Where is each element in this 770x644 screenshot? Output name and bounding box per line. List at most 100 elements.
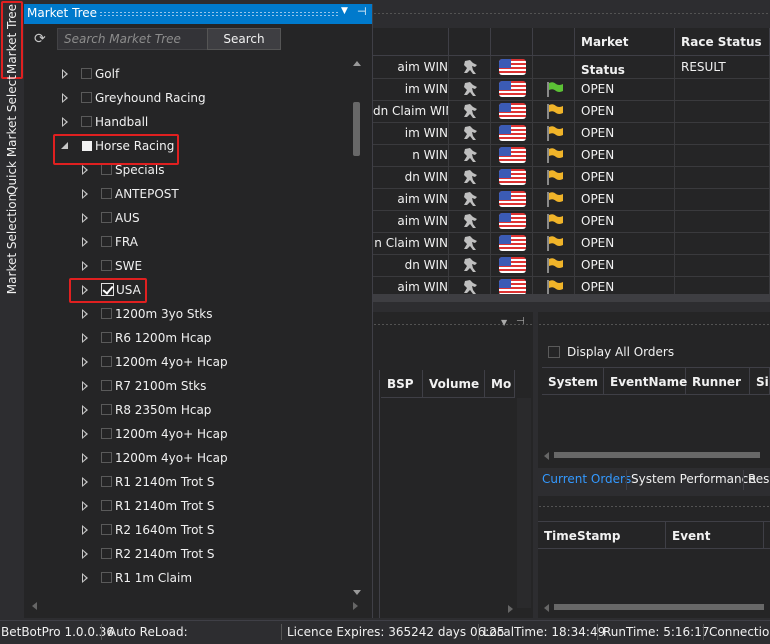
expand-arrow-icon[interactable] bbox=[80, 326, 90, 350]
tab-current-orders[interactable]: Current Orders bbox=[542, 472, 631, 486]
table-row[interactable]: dn WIN OPEN bbox=[373, 166, 770, 189]
tree-node-checkbox[interactable] bbox=[101, 380, 112, 391]
expand-arrow-icon[interactable] bbox=[60, 86, 70, 110]
expand-arrow-icon[interactable] bbox=[80, 422, 90, 446]
search-input[interactable] bbox=[57, 28, 219, 50]
orders-col-runner[interactable]: Runner bbox=[686, 367, 750, 395]
table-row[interactable]: im WIN OPEN bbox=[373, 78, 770, 101]
tree-node-checkbox[interactable] bbox=[81, 68, 92, 79]
tree-node-checkbox[interactable] bbox=[101, 500, 112, 511]
orders-horizontal-scrollbar[interactable] bbox=[542, 450, 770, 460]
expand-arrow-icon[interactable] bbox=[80, 350, 90, 374]
tree-node-checkbox[interactable] bbox=[101, 452, 112, 463]
table-row[interactable]: im WIN OPEN bbox=[373, 122, 770, 145]
tree-node[interactable]: R7 2100m Stks bbox=[24, 374, 344, 398]
tree-node[interactable]: SWE bbox=[24, 254, 344, 278]
scroll-left-icon[interactable] bbox=[544, 604, 549, 612]
tree-node[interactable]: R2 1640m Trot S bbox=[24, 518, 344, 542]
tree-node[interactable]: R6 1200m Hcap bbox=[24, 326, 344, 350]
tree-node[interactable]: 1200m 4yo+ Hcap bbox=[24, 350, 344, 374]
tree-node-checkbox[interactable] bbox=[101, 212, 112, 223]
refresh-icon[interactable]: ⟳ bbox=[34, 31, 46, 47]
tree-node-checkbox[interactable] bbox=[101, 332, 112, 343]
grid-col-market-status[interactable]: Market Status bbox=[575, 28, 675, 77]
tree-node[interactable]: Golf bbox=[24, 62, 344, 86]
scroll-thumb[interactable] bbox=[554, 452, 760, 458]
tree-node-checkbox[interactable] bbox=[101, 188, 112, 199]
pin-icon[interactable]: ⊣ bbox=[357, 5, 367, 18]
table-row[interactable]: n Claim WIN OPEN bbox=[373, 232, 770, 255]
expand-arrow-icon[interactable] bbox=[80, 518, 90, 542]
tree-node-checkbox[interactable] bbox=[81, 116, 92, 127]
expand-arrow-icon[interactable] bbox=[80, 470, 90, 494]
side-tab-quick-market-select[interactable]: Quick Market Select bbox=[0, 75, 24, 195]
expand-arrow-icon[interactable] bbox=[80, 494, 90, 518]
expand-arrow-icon[interactable] bbox=[80, 566, 90, 590]
expand-arrow-icon[interactable] bbox=[80, 374, 90, 398]
expand-arrow-icon[interactable] bbox=[80, 230, 90, 254]
table-row[interactable]: aim WIN OPEN bbox=[373, 276, 770, 294]
orders-col-sid[interactable]: Sid bbox=[750, 367, 770, 395]
tree-node-checkbox[interactable] bbox=[101, 356, 112, 367]
orders-col-system[interactable]: System bbox=[542, 367, 604, 395]
tree-node-checkbox[interactable] bbox=[101, 308, 112, 319]
grid-col-name[interactable] bbox=[373, 28, 449, 56]
dropdown-arrow-icon[interactable]: ▼ bbox=[341, 6, 348, 16]
tree-node[interactable]: R1 2140m Trot S bbox=[24, 494, 344, 518]
table-row[interactable]: aim WIN RESULT bbox=[373, 56, 770, 79]
tree-node[interactable]: Handball bbox=[24, 110, 344, 134]
expand-arrow-icon[interactable] bbox=[60, 62, 70, 86]
table-row[interactable]: dn WIN OPEN bbox=[373, 254, 770, 277]
expand-arrow-icon[interactable] bbox=[80, 398, 90, 422]
tree-node[interactable]: Greyhound Racing bbox=[24, 86, 344, 110]
pin-icon[interactable]: ⊣ bbox=[516, 316, 525, 327]
expand-arrow-icon[interactable] bbox=[60, 110, 70, 134]
orders-col-eventname[interactable]: EventName bbox=[604, 367, 687, 395]
tree-node-checkbox[interactable] bbox=[101, 164, 112, 175]
tree-node[interactable]: 1200m 4yo+ Hcap bbox=[24, 422, 344, 446]
scroll-thumb[interactable] bbox=[353, 102, 360, 156]
tree-node[interactable]: R8 2350m Hcap bbox=[24, 398, 344, 422]
expand-arrow-icon[interactable] bbox=[80, 542, 90, 566]
tree-node-checkbox[interactable] bbox=[101, 404, 112, 415]
grid-horizontal-scrollbar[interactable] bbox=[373, 294, 770, 302]
log-horizontal-scrollbar[interactable] bbox=[542, 602, 770, 612]
table-row[interactable]: dn Claim WIN OPEN bbox=[373, 100, 770, 123]
log-col-event[interactable]: Event bbox=[666, 521, 764, 549]
table-row[interactable]: aim WIN OPEN bbox=[373, 188, 770, 211]
expand-arrow-icon[interactable] bbox=[80, 302, 90, 326]
scroll-thumb[interactable] bbox=[554, 604, 764, 610]
tree-node[interactable]: AUS bbox=[24, 206, 344, 230]
scroll-left-icon[interactable] bbox=[544, 452, 549, 460]
tab-results[interactable]: Resu bbox=[748, 472, 770, 486]
tree-node[interactable]: R1 2140m Trot S bbox=[24, 470, 344, 494]
grid-col-icon[interactable] bbox=[449, 28, 491, 56]
scroll-right-icon[interactable] bbox=[508, 605, 513, 613]
tree-node-checkbox[interactable] bbox=[101, 548, 112, 559]
side-tab-market-selection[interactable]: Market Selection bbox=[0, 194, 24, 294]
expand-arrow-icon[interactable] bbox=[80, 446, 90, 470]
search-button[interactable]: Search bbox=[207, 28, 281, 50]
scroll-right-icon[interactable] bbox=[353, 602, 358, 610]
tree-node[interactable]: R2 2140m Trot S bbox=[24, 542, 344, 566]
tree-node-checkbox[interactable] bbox=[101, 236, 112, 247]
tree-node-checkbox[interactable] bbox=[101, 524, 112, 535]
tab-system-performance[interactable]: System Performance bbox=[631, 472, 756, 486]
dropdown-arrow-icon[interactable]: ▼ bbox=[501, 318, 507, 327]
runners-horizontal-scrollbar[interactable] bbox=[383, 604, 515, 614]
display-all-orders-checkbox[interactable] bbox=[548, 346, 560, 358]
log-col-s[interactable]: S bbox=[764, 521, 770, 549]
runners-col-bsp[interactable]: BSP bbox=[381, 370, 423, 398]
expand-arrow-icon[interactable] bbox=[80, 182, 90, 206]
tree-node-checkbox[interactable] bbox=[101, 260, 112, 271]
tree-node-checkbox[interactable] bbox=[81, 92, 92, 103]
table-row[interactable]: aim WIN OPEN bbox=[373, 210, 770, 233]
tree-horizontal-scrollbar[interactable] bbox=[30, 600, 360, 612]
tree-node[interactable]: FRA bbox=[24, 230, 344, 254]
tree-node[interactable]: 1200m 4yo+ Hcap bbox=[24, 446, 344, 470]
scroll-left-icon[interactable] bbox=[32, 602, 37, 610]
tree-node-checkbox[interactable] bbox=[101, 428, 112, 439]
tree-vertical-scrollbar[interactable] bbox=[350, 58, 364, 598]
tree-node-checkbox[interactable] bbox=[101, 476, 112, 487]
expand-arrow-icon[interactable] bbox=[80, 206, 90, 230]
